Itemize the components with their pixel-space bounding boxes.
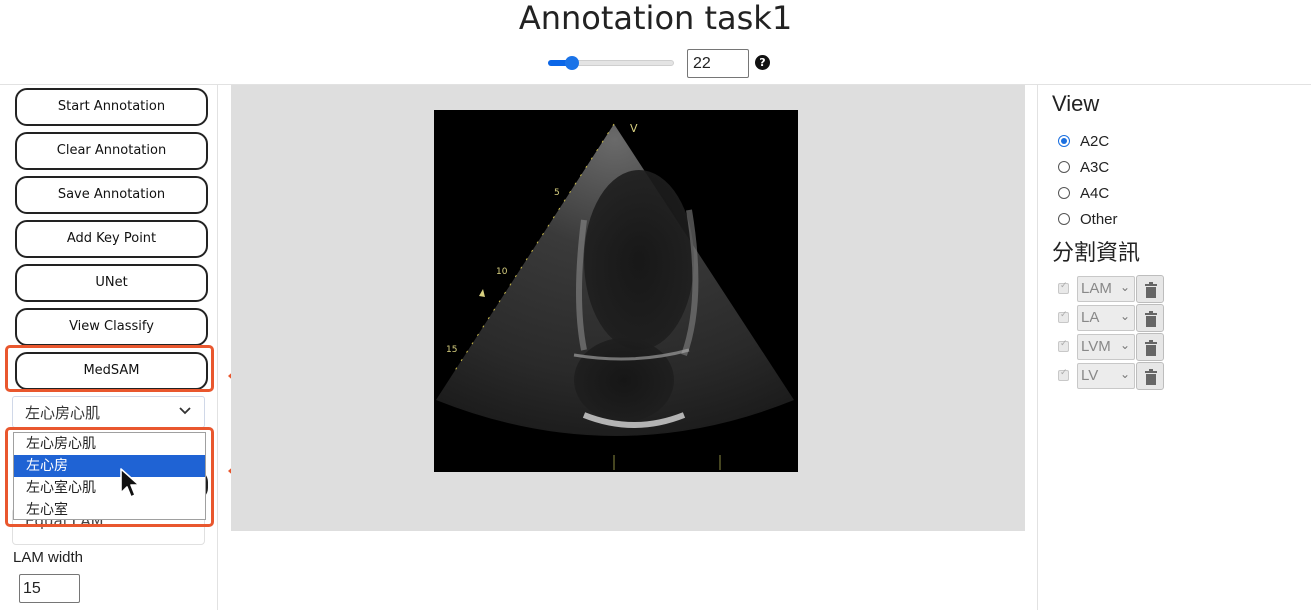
segment-select[interactable]: LVM ⌄ — [1077, 334, 1135, 360]
chevron-down-icon — [178, 400, 192, 424]
segment-select-value: LAM — [1081, 280, 1112, 297]
segment-checkbox[interactable] — [1058, 339, 1069, 352]
segmentation-title: 分割資訊 — [1052, 241, 1141, 266]
lam-width-input[interactable] — [19, 574, 80, 603]
callout-highlight-2 — [5, 345, 214, 392]
add-key-point-button[interactable]: Add Key Point — [15, 220, 208, 258]
trash-icon — [1145, 340, 1157, 356]
radio-button[interactable] — [1058, 213, 1070, 225]
segment-select-value: LV — [1081, 367, 1099, 384]
clear-annotation-button[interactable]: Clear Annotation — [15, 132, 208, 170]
question-circle-icon[interactable]: ? — [755, 55, 770, 70]
segment-select[interactable]: LV ⌄ — [1077, 363, 1135, 389]
depth-label-10: 10 — [496, 267, 508, 277]
segment-checkbox[interactable] — [1058, 368, 1069, 381]
chevron-down-icon: ⌄ — [1119, 280, 1130, 294]
image-viewer[interactable]: 5 10 15 V — [231, 85, 1025, 531]
view-option-a3c[interactable]: A3C — [1058, 159, 1109, 176]
view-classify-button[interactable]: View Classify — [15, 308, 208, 346]
slider-thumb[interactable] — [565, 56, 579, 70]
depth-label-15: 15 — [446, 345, 457, 355]
frame-slider[interactable] — [548, 56, 674, 70]
chevron-down-icon: ⌄ — [1119, 338, 1130, 352]
radio-label: A3C — [1080, 159, 1110, 176]
trash-icon — [1145, 282, 1157, 298]
segment-select-value: LVM — [1081, 338, 1111, 355]
lam-width-label: LAM width — [13, 549, 84, 566]
delete-segment-button[interactable] — [1136, 304, 1164, 332]
depth-label-5: 5 — [554, 188, 560, 198]
delete-segment-button[interactable] — [1136, 362, 1164, 390]
start-annotation-button[interactable]: Start Annotation — [15, 88, 208, 126]
segment-select-value: LA — [1081, 309, 1100, 326]
delete-segment-button[interactable] — [1136, 275, 1164, 303]
segment-select[interactable]: LAM ⌄ — [1077, 276, 1135, 302]
radio-label: A4C — [1080, 185, 1110, 202]
apex-marker: V — [630, 122, 638, 135]
view-option-other[interactable]: Other — [1058, 211, 1118, 228]
radio-button[interactable] — [1058, 187, 1070, 199]
view-option-a4c[interactable]: A4C — [1058, 185, 1109, 202]
radio-label: A2C — [1080, 133, 1110, 150]
view-title: View — [1052, 91, 1100, 116]
save-annotation-button[interactable]: Save Annotation — [15, 176, 208, 214]
view-option-a2c[interactable]: A2C — [1058, 133, 1109, 150]
app-page: Annotation task1 ? Start Annotation Clea… — [0, 0, 1311, 610]
chevron-down-icon: ⌄ — [1119, 309, 1130, 323]
structure-select[interactable]: 左心房心肌 — [12, 396, 205, 428]
echocardiogram-image[interactable]: 5 10 15 V — [434, 110, 798, 472]
delete-segment-button[interactable] — [1136, 333, 1164, 361]
right-info-panel: View A2C A3C A4C Other 分割資訊 LAM ⌄ — [1037, 85, 1311, 610]
segment-checkbox[interactable] — [1058, 310, 1069, 323]
chevron-down-icon: ⌄ — [1119, 367, 1130, 381]
trash-icon — [1145, 369, 1157, 385]
trash-icon — [1145, 311, 1157, 327]
segment-checkbox[interactable] — [1058, 281, 1069, 294]
callout-highlight-1 — [5, 427, 214, 527]
frame-number-input[interactable] — [687, 49, 749, 78]
radio-button[interactable] — [1058, 135, 1070, 147]
radio-button[interactable] — [1058, 161, 1070, 173]
page-title: Annotation task1 — [518, 0, 793, 37]
unet-button[interactable]: UNet — [15, 264, 208, 302]
radio-label: Other — [1080, 211, 1118, 228]
structure-select-value: 左心房心肌 — [25, 404, 101, 422]
segment-select[interactable]: LA ⌄ — [1077, 305, 1135, 331]
